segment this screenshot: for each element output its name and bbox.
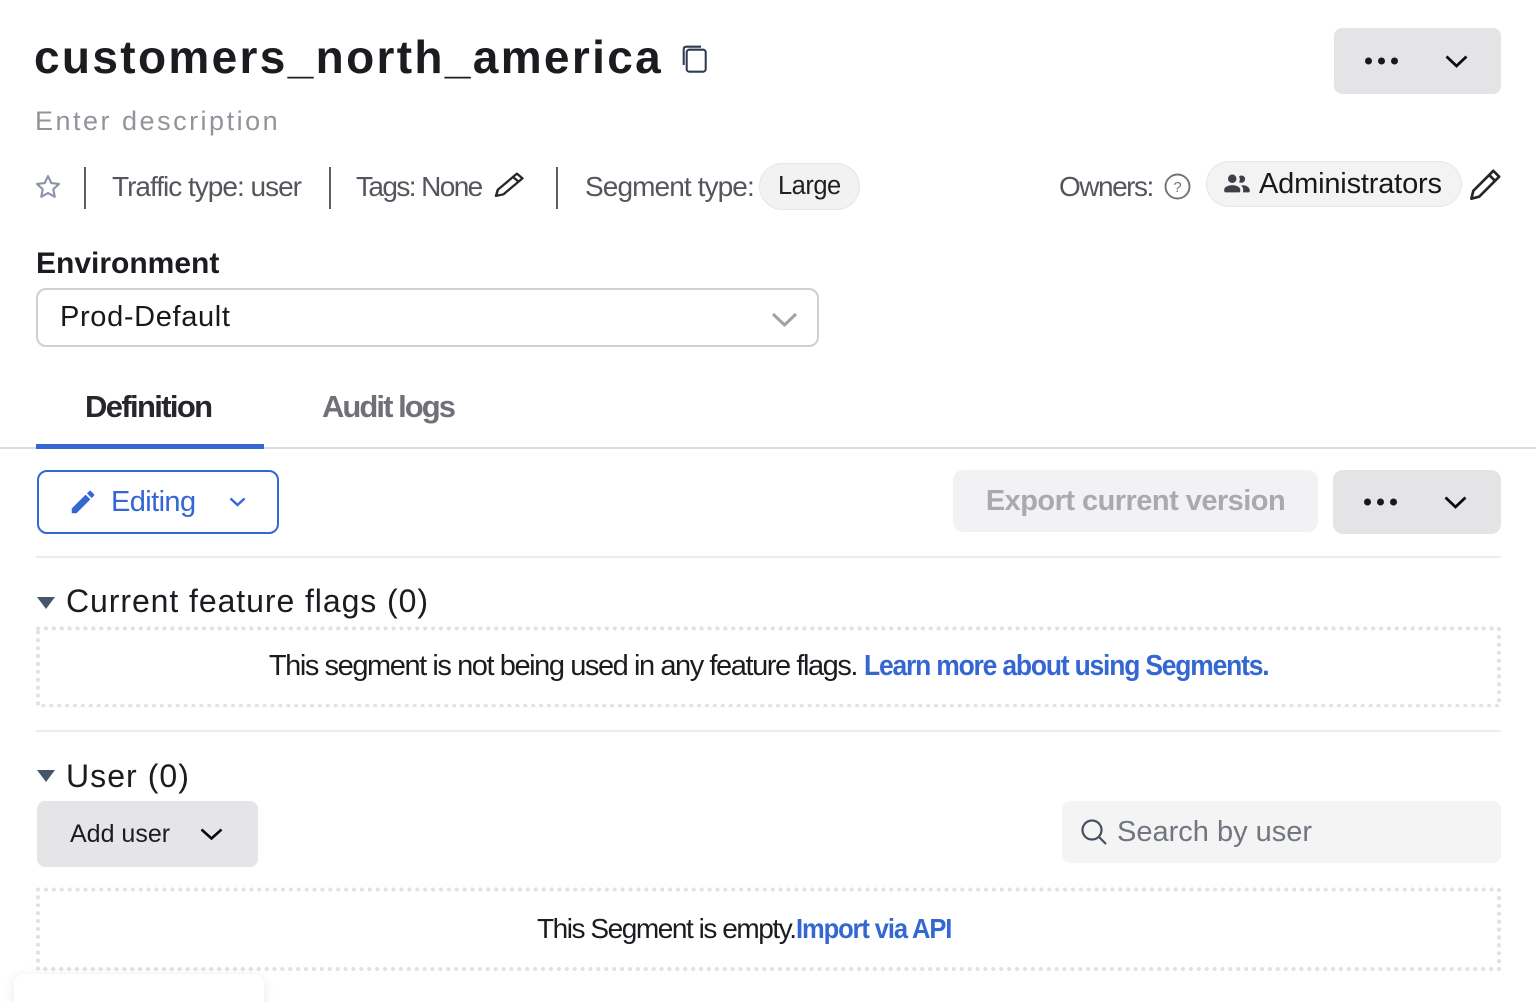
svg-text:?: ? — [1173, 179, 1181, 196]
